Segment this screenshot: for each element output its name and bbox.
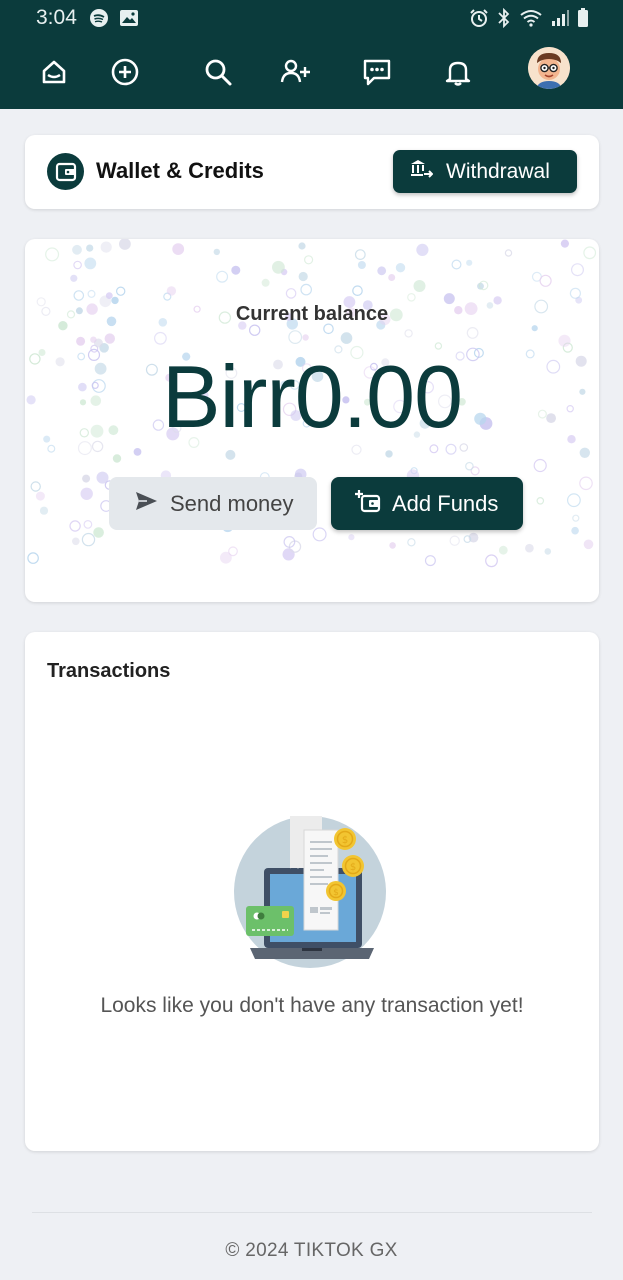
withdrawal-label: Withdrawal [446, 159, 550, 183]
wifi-icon [519, 8, 543, 28]
empty-transactions-illustration: $ $ $ [232, 812, 392, 977]
bluetooth-icon [496, 8, 512, 28]
battery-icon [577, 8, 589, 28]
gallery-icon [119, 9, 139, 27]
add-wallet-icon [355, 489, 381, 519]
balance-label: Current balance [235, 303, 389, 325]
add-funds-button[interactable]: Add Funds [331, 477, 523, 530]
withdrawal-button[interactable]: Withdrawal [393, 150, 577, 193]
send-icon [134, 490, 158, 518]
svg-text:$: $ [350, 862, 356, 873]
top-nav [0, 36, 623, 109]
spotify-icon [89, 8, 109, 28]
add-funds-label: Add Funds [392, 490, 499, 516]
signal-icon [550, 9, 570, 27]
alarm-icon [469, 8, 489, 28]
send-money-button[interactable]: Send money [109, 477, 317, 530]
create-icon[interactable] [100, 48, 150, 96]
status-time: 3:04 [36, 6, 77, 29]
avatar[interactable] [528, 47, 570, 89]
status-bar: 3:04 [0, 0, 623, 36]
footer-divider [32, 1212, 592, 1213]
notifications-icon[interactable] [433, 48, 483, 96]
bank-transfer-icon [409, 158, 434, 186]
send-money-label: Send money [170, 490, 294, 516]
footer-copyright: © 2024 TIKTOK GX [225, 1240, 398, 1261]
add-user-icon[interactable] [271, 48, 321, 96]
transactions-title: Transactions [47, 660, 171, 682]
wallet-header-card: Wallet & Credits Withdrawal [25, 135, 599, 209]
search-icon[interactable] [193, 48, 243, 96]
svg-text:$: $ [342, 835, 348, 846]
balance-card: Current balance Birr0.00 Send money Add … [25, 239, 599, 602]
svg-text:$: $ [333, 888, 339, 898]
messages-icon[interactable] [352, 48, 402, 96]
transactions-card: Transactions $ $ $ Looks like you don't … [25, 632, 599, 1151]
wallet-title: Wallet & Credits [96, 158, 264, 183]
home-icon[interactable] [29, 48, 79, 96]
wallet-icon [47, 153, 84, 190]
balance-amount: Birr0.00 [161, 347, 463, 446]
empty-transactions-message: Looks like you don't have any transactio… [100, 994, 524, 1017]
